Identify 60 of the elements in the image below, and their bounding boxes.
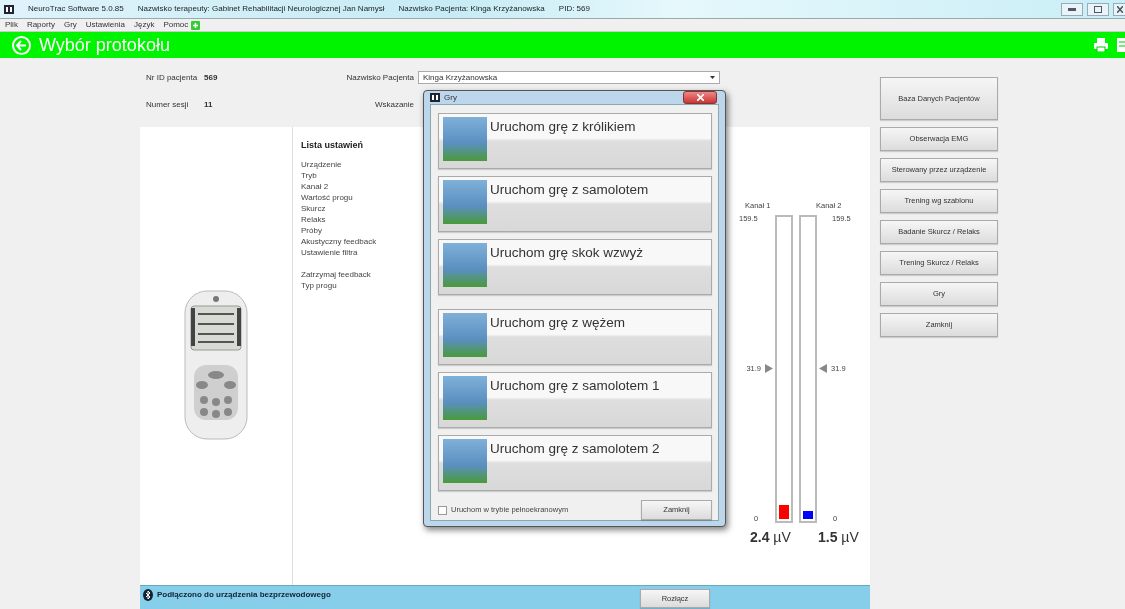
game-thumbnail — [443, 439, 487, 483]
game-thumbnail — [443, 313, 487, 357]
threshold-arrow-icon — [765, 364, 773, 374]
dropdown-icon — [710, 76, 715, 79]
field-label: Wskazanie — [373, 98, 414, 111]
close-button[interactable] — [683, 91, 717, 104]
game-thumbnail — [443, 376, 487, 420]
window-title: Nazwisko terapeuty: Gabinet Rehabilitacji Neurologicznej Jan Namysł — [137, 3, 385, 15]
app-icon — [430, 93, 440, 102]
settings-item: Akustyczny feedback — [301, 235, 377, 247]
settings-title: Lista ustawień — [301, 139, 364, 152]
settings-item: Urządzenie — [301, 158, 342, 170]
field-value: 11 — [204, 98, 214, 111]
settings-item: Skurcz — [301, 202, 326, 214]
settings-item: Wartość progu — [301, 191, 353, 203]
threshold-arrow-icon — [819, 364, 827, 374]
game-button[interactable]: Uruchom grę z królikiem — [438, 113, 712, 169]
close-button[interactable] — [1113, 2, 1125, 16]
close-icon — [696, 94, 704, 101]
game-button[interactable]: Uruchom grę z samolotem 1 — [438, 372, 712, 428]
minimize-icon — [1068, 7, 1076, 11]
window-title: PID: 569 — [558, 3, 590, 15]
field-label: Nazwisko Pacjenta — [345, 71, 414, 84]
window-title: NeuroTrac Software 5.0.85 — [28, 3, 124, 15]
menu-item[interactable]: Język — [133, 19, 155, 31]
status-message: Podłączono do urządzenia bezprzewodowego — [157, 589, 331, 601]
settings-item: Typ progu — [301, 279, 337, 291]
game-thumbnail — [443, 180, 487, 224]
game-button[interactable]: Uruchom grę z samolotem — [438, 176, 712, 232]
dialog-title: Gry — [444, 91, 457, 104]
field-label: Numer sesji — [146, 98, 190, 111]
field-value: 569 — [204, 71, 219, 84]
settings-item: Ustawienie filtra — [301, 246, 358, 258]
bluetooth-icon — [143, 589, 153, 601]
patient-dropdown[interactable]: Kinga Krzyżanowska — [418, 71, 720, 84]
settings-item: Próby — [301, 224, 322, 236]
window-title: Nazwisko Pacjenta: Kinga Krzyżanowska — [398, 3, 545, 15]
settings-item: Zatrzymaj feedback — [301, 268, 371, 280]
game-button[interactable]: Uruchom grę z wężem — [438, 309, 712, 365]
game-thumbnail — [443, 117, 487, 161]
menu-item[interactable]: Gry — [63, 19, 77, 31]
page-title: Wybór protokołu — [39, 36, 170, 54]
menu-item[interactable]: Plik — [5, 19, 18, 31]
game-button[interactable]: Uruchom grę z samolotem 2 — [438, 435, 712, 491]
menu-item[interactable]: Pomoc — [163, 19, 189, 31]
maximize-button[interactable] — [1087, 2, 1109, 16]
game-thumbnail — [443, 243, 487, 287]
close-icon — [1116, 5, 1123, 13]
app-icon — [4, 4, 14, 14]
maximize-icon — [1094, 5, 1102, 13]
minimize-button[interactable] — [1061, 2, 1083, 16]
field-label: Nr ID pacjenta — [146, 71, 199, 84]
settings-item: Relaks — [301, 213, 326, 225]
game-button[interactable]: Uruchom grę skok wzwyż — [438, 239, 712, 295]
channel-reading: 1.5 µV — [818, 528, 859, 547]
channel-reading: 2.4 µV — [750, 528, 791, 547]
settings-item: Kanał 2 — [301, 180, 329, 192]
menu-item[interactable]: Raporty — [26, 19, 55, 31]
settings-item: Tryb — [301, 169, 317, 181]
menu-item[interactable]: Ustawienia — [85, 19, 125, 31]
